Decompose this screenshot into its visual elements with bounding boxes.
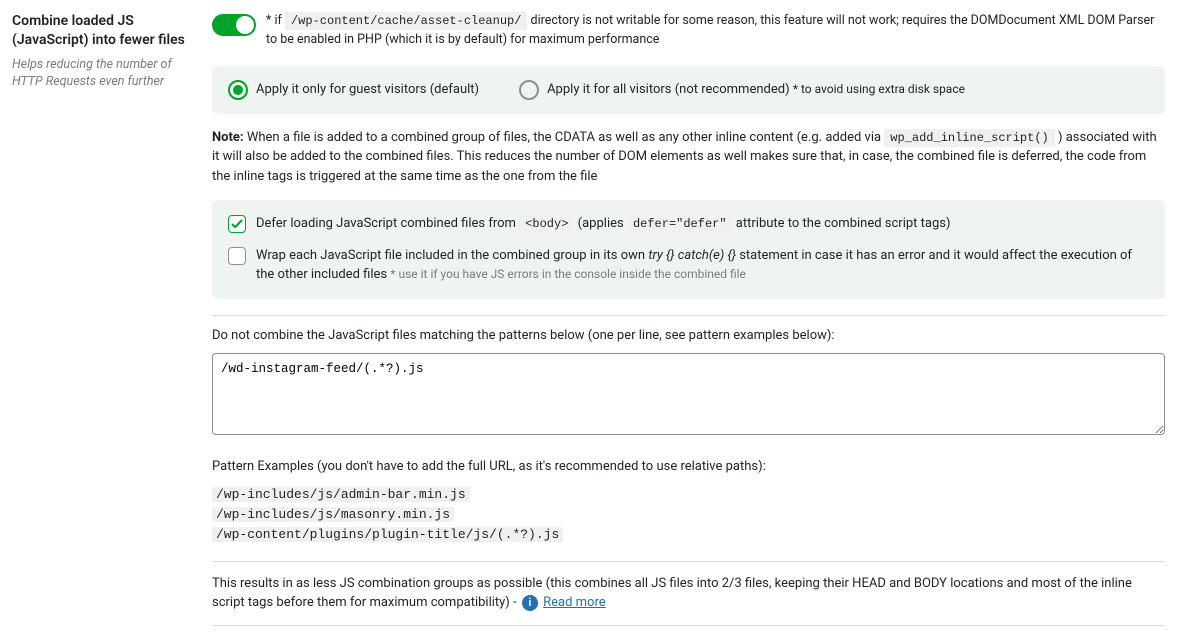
read-more-link[interactable]: Read more <box>543 595 606 610</box>
pattern-examples-label: Pattern Examples (you don't have to add … <box>212 457 1165 477</box>
radio-all-label: Apply it for all visitors (not recommend… <box>547 82 965 97</box>
radio-icon <box>228 80 248 100</box>
defer-label: Defer loading JavaScript combined files … <box>256 214 951 234</box>
exclude-label: Do not combine the JavaScript files matc… <box>212 326 1165 346</box>
defer-checkbox[interactable] <box>228 215 246 233</box>
radio-guest-visitors[interactable]: Apply it only for guest visitors (defaul… <box>228 80 479 100</box>
info-icon: i <box>522 595 538 611</box>
exclude-patterns-textarea[interactable] <box>212 353 1165 435</box>
combine-js-toggle[interactable] <box>212 14 256 36</box>
wrap-label: Wrap each JavaScript file included in th… <box>256 246 1149 285</box>
radio-guest-label: Apply it only for guest visitors (defaul… <box>256 82 479 97</box>
body-tag-code: <body> <box>519 215 574 233</box>
sidebar-label: Combine loaded JS (JavaScript) into fewe… <box>12 12 212 626</box>
defer-attr-code: defer="defer" <box>627 215 733 233</box>
visitor-scope-radio-group: Apply it only for guest visitors (defaul… <box>212 66 1165 114</box>
setting-subtitle: Helps reducing the number of HTTP Reques… <box>12 56 196 91</box>
radio-icon <box>519 80 539 100</box>
inline-script-note: Note: When a file is added to a combined… <box>212 128 1165 187</box>
toggle-note: * if /wp-content/cache/asset-cleanup/ di… <box>266 12 1165 50</box>
setting-title: Combine loaded JS (JavaScript) into fewe… <box>12 12 196 50</box>
pattern-examples-list: /wp-includes/js/admin-bar.min.js /wp-inc… <box>212 485 1165 545</box>
advanced-options-box: Defer loading JavaScript combined files … <box>212 200 1165 299</box>
cache-path-code: /wp-content/cache/asset-cleanup/ <box>285 12 527 30</box>
radio-all-visitors[interactable]: Apply it for all visitors (not recommend… <box>519 80 965 100</box>
result-note: This results in as less JS combination g… <box>212 561 1165 626</box>
check-icon <box>231 218 243 230</box>
wrap-trycatch-checkbox[interactable] <box>228 247 246 265</box>
wp-add-inline-script-code: wp_add_inline_script() <box>884 129 1054 147</box>
